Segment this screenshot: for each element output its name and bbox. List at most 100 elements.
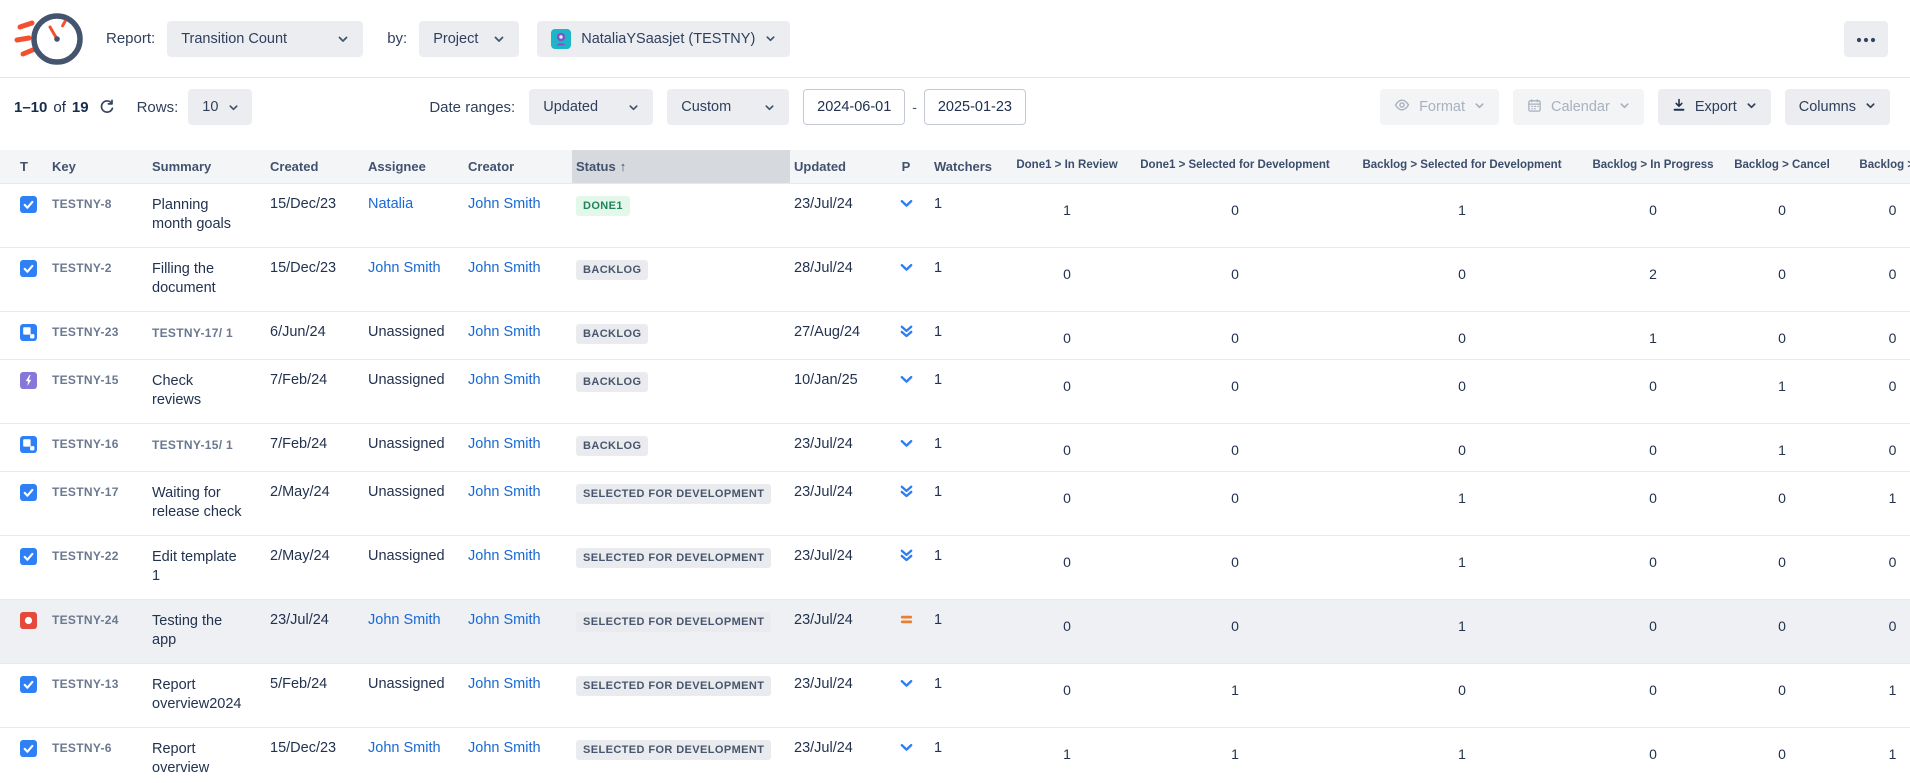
column-header-assignee[interactable]: Assignee [364, 150, 464, 183]
issue-row-testny-16[interactable]: TESTNY-16TESTNY-15/ 17/Feb/24UnassignedJ… [0, 424, 1910, 472]
columns-label: Columns [1799, 99, 1856, 115]
creator-cell[interactable]: John Smith [464, 536, 572, 599]
transition-count-cell: 1 [1128, 728, 1342, 783]
column-header-done1-selected-for-development[interactable]: Done1 > Selected for Development [1128, 150, 1342, 183]
column-header-created[interactable]: Created [266, 150, 364, 183]
creator-link[interactable]: John Smith [468, 548, 541, 564]
issue-key-cell: TESTNY-24 [48, 600, 148, 663]
project-select-dropdown[interactable]: NataliaYSaasjet (TESTNY) [537, 21, 790, 57]
assignee-cell[interactable]: John Smith [364, 248, 464, 311]
transition-count-cell: 0 [1724, 312, 1840, 359]
transition-count-cell: 0 [1342, 312, 1582, 359]
creator-cell[interactable]: John Smith [464, 600, 572, 663]
issue-row-testny-6[interactable]: TESTNY-6Reportoverview15/Dec/23John Smit… [0, 728, 1910, 783]
export-download-icon [1672, 98, 1686, 116]
refresh-icon[interactable] [99, 99, 115, 115]
creator-cell[interactable]: John Smith [464, 728, 572, 783]
status-badge: BACKLOG [576, 324, 648, 344]
column-header-done1-in-review[interactable]: Done1 > In Review [1006, 150, 1128, 183]
creator-link[interactable]: John Smith [468, 372, 541, 388]
summary-line: overview [152, 759, 262, 778]
column-header-watchers[interactable]: Watchers [926, 150, 1006, 183]
status-badge: BACKLOG [576, 372, 648, 392]
column-header-summary[interactable]: Summary [148, 150, 266, 183]
watchers-cell: 1 [926, 424, 1006, 471]
creator-link[interactable]: John Smith [468, 324, 541, 340]
more-dots-icon [1856, 31, 1876, 46]
columns-button[interactable]: Columns [1785, 89, 1890, 125]
date-field-value: Updated [543, 99, 598, 115]
column-header-status[interactable]: Status↑ [572, 150, 790, 183]
priority-lowest-icon [899, 324, 914, 339]
group-by-dropdown[interactable]: Project [419, 21, 519, 57]
transition-count-cell: 1 [1840, 728, 1910, 783]
column-header-backlog-c[interactable]: Backlog > C [1840, 150, 1910, 183]
column-header-creator[interactable]: Creator [464, 150, 572, 183]
column-header-backlog-cancel[interactable]: Backlog > Cancel [1724, 150, 1840, 183]
assignee-link[interactable]: John Smith [368, 612, 441, 628]
report-type-dropdown[interactable]: Transition Count [167, 21, 363, 57]
issue-row-testny-13[interactable]: TESTNY-13Reportoverview20245/Feb/24Unass… [0, 664, 1910, 728]
creator-link[interactable]: John Smith [468, 484, 541, 500]
issue-key-cell: TESTNY-17 [48, 472, 148, 535]
issue-row-testny-17[interactable]: TESTNY-17Waiting forrelease check2/May/2… [0, 472, 1910, 536]
creator-cell[interactable]: John Smith [464, 248, 572, 311]
column-header-updated[interactable]: Updated [790, 150, 886, 183]
issue-row-testny-23[interactable]: TESTNY-23TESTNY-17/ 16/Jun/24UnassignedJ… [0, 312, 1910, 360]
rows-per-page-dropdown[interactable]: 10 [188, 89, 252, 125]
updated-date-cell: 27/Aug/24 [790, 312, 886, 359]
column-header-backlog-selected-for-development[interactable]: Backlog > Selected for Development [1342, 150, 1582, 183]
chevron-down-icon [764, 102, 775, 113]
column-header-backlog-in-progress[interactable]: Backlog > In Progress [1582, 150, 1724, 183]
priority-cell [886, 424, 926, 471]
creator-link[interactable]: John Smith [468, 612, 541, 628]
issue-row-testny-8[interactable]: TESTNY-8Planningmonth goals15/Dec/23Nata… [0, 184, 1910, 248]
creator-link[interactable]: John Smith [468, 260, 541, 276]
export-button[interactable]: Export [1658, 89, 1771, 125]
issue-row-testny-24[interactable]: TESTNY-24Testing theapp23/Jul/24John Smi… [0, 600, 1910, 664]
transition-count-cell: 0 [1724, 600, 1840, 663]
creator-cell[interactable]: John Smith [464, 472, 572, 535]
issue-type-cell [0, 472, 48, 535]
task-icon [20, 676, 37, 693]
assignee-link[interactable]: John Smith [368, 740, 441, 756]
issue-type-cell [0, 664, 48, 727]
assignee-cell[interactable]: John Smith [364, 728, 464, 783]
project-avatar-icon [551, 29, 571, 49]
creator-cell[interactable]: John Smith [464, 424, 572, 471]
creator-cell[interactable]: John Smith [464, 312, 572, 359]
column-header-p[interactable]: P [886, 150, 926, 183]
status-cell: SELECTED FOR DEVELOPMENT [572, 664, 790, 727]
creator-cell[interactable]: John Smith [464, 184, 572, 247]
creator-link[interactable]: John Smith [468, 196, 541, 212]
creator-cell[interactable]: John Smith [464, 360, 572, 423]
creator-cell[interactable]: John Smith [464, 664, 572, 727]
creator-link[interactable]: John Smith [468, 740, 541, 756]
assignee-cell[interactable]: John Smith [364, 600, 464, 663]
calendar-button[interactable]: Calendar [1513, 89, 1644, 125]
watchers-cell: 1 [926, 248, 1006, 311]
date-from-input[interactable] [803, 89, 905, 125]
date-to-input[interactable] [924, 89, 1026, 125]
more-actions-button[interactable] [1844, 21, 1888, 57]
assignee-link[interactable]: John Smith [368, 260, 441, 276]
created-date-cell: 15/Dec/23 [266, 248, 364, 311]
creator-link[interactable]: John Smith [468, 436, 541, 452]
priority-low-icon [899, 196, 914, 211]
issue-row-testny-22[interactable]: TESTNY-22Edit template12/May/24Unassigne… [0, 536, 1910, 600]
date-field-dropdown[interactable]: Updated [529, 89, 653, 125]
column-header-t[interactable]: T [0, 150, 48, 183]
format-button[interactable]: Format [1380, 89, 1499, 125]
transition-count-cell: 0 [1342, 360, 1582, 423]
assignee-cell[interactable]: Natalia [364, 184, 464, 247]
issue-row-testny-15[interactable]: TESTNY-15Checkreviews7/Feb/24UnassignedJ… [0, 360, 1910, 424]
creator-link[interactable]: John Smith [468, 676, 541, 692]
transition-count-cell: 1 [1342, 600, 1582, 663]
issue-row-testny-2[interactable]: TESTNY-2Filling thedocument15/Dec/23John… [0, 248, 1910, 312]
task-icon [20, 740, 37, 757]
column-header-key[interactable]: Key [48, 150, 148, 183]
updated-date-cell: 28/Jul/24 [790, 248, 886, 311]
transition-count-report-app: Report: Transition Count by: Project Nat… [0, 0, 1910, 783]
assignee-link[interactable]: Natalia [368, 196, 413, 212]
date-mode-dropdown[interactable]: Custom [667, 89, 789, 125]
